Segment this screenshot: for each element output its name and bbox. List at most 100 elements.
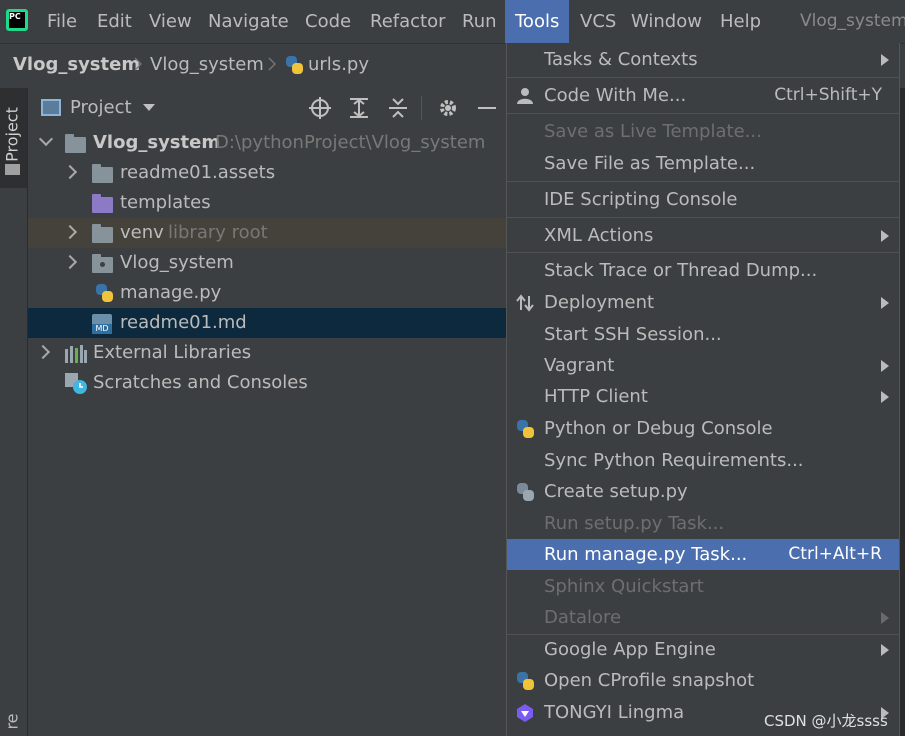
- menu-item-save-live-template: Save as Live Template...: [544, 121, 762, 142]
- chevron-right-icon: [268, 57, 276, 71]
- breadcrumb-project[interactable]: Vlog_system: [13, 44, 140, 86]
- tree-item-label: readme01.assets: [120, 162, 276, 183]
- scratches-icon: [65, 373, 87, 394]
- menu-item-deployment[interactable]: Deployment: [507, 287, 899, 318]
- tree-item-note: library root: [168, 222, 268, 243]
- side-tab-bottom-label[interactable]: re: [3, 713, 22, 729]
- menu-item-sync-requirements[interactable]: Sync Python Requirements...: [507, 445, 899, 476]
- submenu-arrow-icon: [881, 612, 889, 624]
- pycharm-logo-icon: PC: [6, 9, 28, 31]
- expand-all-icon[interactable]: [348, 97, 370, 119]
- folder-icon: [92, 224, 113, 243]
- tree-item-label: Vlog_system: [93, 132, 221, 153]
- chevron-right-icon[interactable]: [35, 344, 51, 360]
- submenu-arrow-icon: [881, 230, 889, 242]
- watermark-text: CSDN @小龙ssss: [764, 712, 888, 730]
- tree-item-readme-assets[interactable]: readme01.assets: [28, 158, 506, 188]
- tongyi-lingma-icon: [517, 704, 533, 722]
- profiler-icon: [515, 671, 535, 691]
- menu-item-http-client[interactable]: HTTP Client: [507, 381, 899, 412]
- chevron-down-icon[interactable]: [38, 131, 54, 147]
- menu-item-save-file-template[interactable]: Save File as Template...: [507, 148, 899, 179]
- chevron-right-icon[interactable]: [62, 224, 78, 240]
- deployment-arrows-icon: [516, 294, 534, 312]
- project-panel-title[interactable]: Project: [70, 88, 132, 128]
- menu-code[interactable]: Code: [305, 0, 351, 43]
- menu-help[interactable]: Help: [720, 0, 761, 43]
- gear-icon[interactable]: [437, 97, 459, 119]
- menu-tools[interactable]: Tools: [505, 0, 570, 43]
- tree-item-label: templates: [120, 192, 211, 213]
- breadcrumb-folder[interactable]: Vlog_system: [150, 44, 264, 86]
- menu-bar: PC File Edit View Navigate Code Refactor…: [0, 0, 905, 43]
- menu-run[interactable]: Run: [462, 0, 497, 43]
- submenu-arrow-icon: [881, 360, 889, 372]
- window-title: Vlog_system: [800, 11, 905, 31]
- menu-window[interactable]: Window: [631, 0, 702, 43]
- project-tree: Vlog_system D:\pythonProject\Vlog_system…: [28, 128, 506, 736]
- chevron-right-icon[interactable]: [62, 164, 78, 180]
- menu-item-code-with-me[interactable]: Code With Me... Ctrl+Shift+Y: [507, 80, 899, 111]
- collapse-all-icon[interactable]: [387, 97, 409, 119]
- submenu-arrow-icon: [881, 391, 889, 403]
- menu-item-tasks-contexts[interactable]: Tasks & Contexts: [507, 44, 899, 75]
- submenu-arrow-icon: [881, 644, 889, 656]
- menu-item-run-setup-task: Run setup.py Task...: [544, 513, 725, 534]
- menu-separator: [507, 181, 899, 182]
- package-folder-icon: [92, 254, 113, 273]
- python-file-icon: [94, 283, 114, 303]
- submenu-arrow-icon: [881, 54, 889, 66]
- menu-item-xml-actions[interactable]: XML Actions: [507, 220, 899, 251]
- tree-item-vlog-package[interactable]: Vlog_system: [28, 248, 506, 278]
- menu-item-google-app-engine[interactable]: Google App Engine: [507, 634, 899, 665]
- python-file-icon: [284, 55, 304, 75]
- tree-item-external-libraries[interactable]: External Libraries: [28, 338, 506, 368]
- menu-file[interactable]: File: [47, 0, 77, 43]
- tree-item-project-root[interactable]: Vlog_system D:\pythonProject\Vlog_system: [28, 128, 506, 158]
- menu-item-ide-scripting-console[interactable]: IDE Scripting Console: [507, 184, 899, 215]
- dropdown-arrow-icon[interactable]: [143, 104, 155, 112]
- python-file-icon: [515, 482, 535, 502]
- tree-item-label: Scratches and Consoles: [93, 372, 308, 393]
- tree-item-label: readme01.md: [120, 312, 247, 333]
- menu-navigate[interactable]: Navigate: [208, 0, 289, 43]
- menu-item-open-cprofile[interactable]: Open CProfile snapshot: [507, 665, 899, 696]
- minimize-icon[interactable]: [478, 107, 496, 109]
- menu-item-vagrant[interactable]: Vagrant: [507, 350, 899, 381]
- folder-icon: [92, 164, 113, 183]
- menu-view[interactable]: View: [149, 0, 192, 43]
- menu-separator: [507, 77, 899, 78]
- menu-item-create-setup[interactable]: Create setup.py: [507, 476, 899, 507]
- chevron-right-icon: [134, 57, 142, 71]
- menu-separator: [507, 252, 899, 253]
- project-tab-label: Project: [2, 107, 22, 162]
- tree-item-templates[interactable]: templates: [28, 188, 506, 218]
- menu-refactor[interactable]: Refactor: [370, 0, 446, 43]
- tree-item-label: Vlog_system: [120, 252, 234, 273]
- project-panel-header: Project: [28, 88, 506, 128]
- tree-item-readme-md[interactable]: MD readme01.md: [28, 308, 506, 338]
- menu-item-start-ssh[interactable]: Start SSH Session...: [507, 319, 899, 350]
- menu-item-run-manage-task[interactable]: Run manage.py Task... Ctrl+Alt+R: [507, 539, 899, 570]
- python-icon: [515, 419, 535, 439]
- chevron-right-icon[interactable]: [62, 254, 78, 270]
- menu-edit[interactable]: Edit: [97, 0, 132, 43]
- menu-separator: [507, 217, 899, 218]
- menu-item-python-console[interactable]: Python or Debug Console: [507, 413, 899, 444]
- menu-item-stack-trace[interactable]: Stack Trace or Thread Dump...: [507, 255, 899, 286]
- breadcrumb-file[interactable]: urls.py: [308, 44, 369, 86]
- menu-item-sphinx-quickstart: Sphinx Quickstart: [544, 576, 704, 597]
- tree-item-manage-py[interactable]: manage.py: [28, 278, 506, 308]
- tree-item-label: venv: [120, 222, 164, 243]
- menu-vcs[interactable]: VCS: [580, 0, 616, 43]
- folder-icon: [65, 134, 86, 153]
- tree-item-venv[interactable]: venv library root: [28, 218, 506, 248]
- templates-folder-icon: [92, 194, 113, 213]
- project-tool-tab[interactable]: Project: [0, 88, 27, 188]
- submenu-arrow-icon: [881, 297, 889, 309]
- person-icon: [517, 88, 533, 104]
- tree-item-path: D:\pythonProject\Vlog_system: [215, 132, 486, 153]
- tree-item-label: manage.py: [120, 282, 222, 303]
- locate-target-icon[interactable]: [309, 97, 331, 119]
- tree-item-scratches[interactable]: Scratches and Consoles: [28, 368, 506, 398]
